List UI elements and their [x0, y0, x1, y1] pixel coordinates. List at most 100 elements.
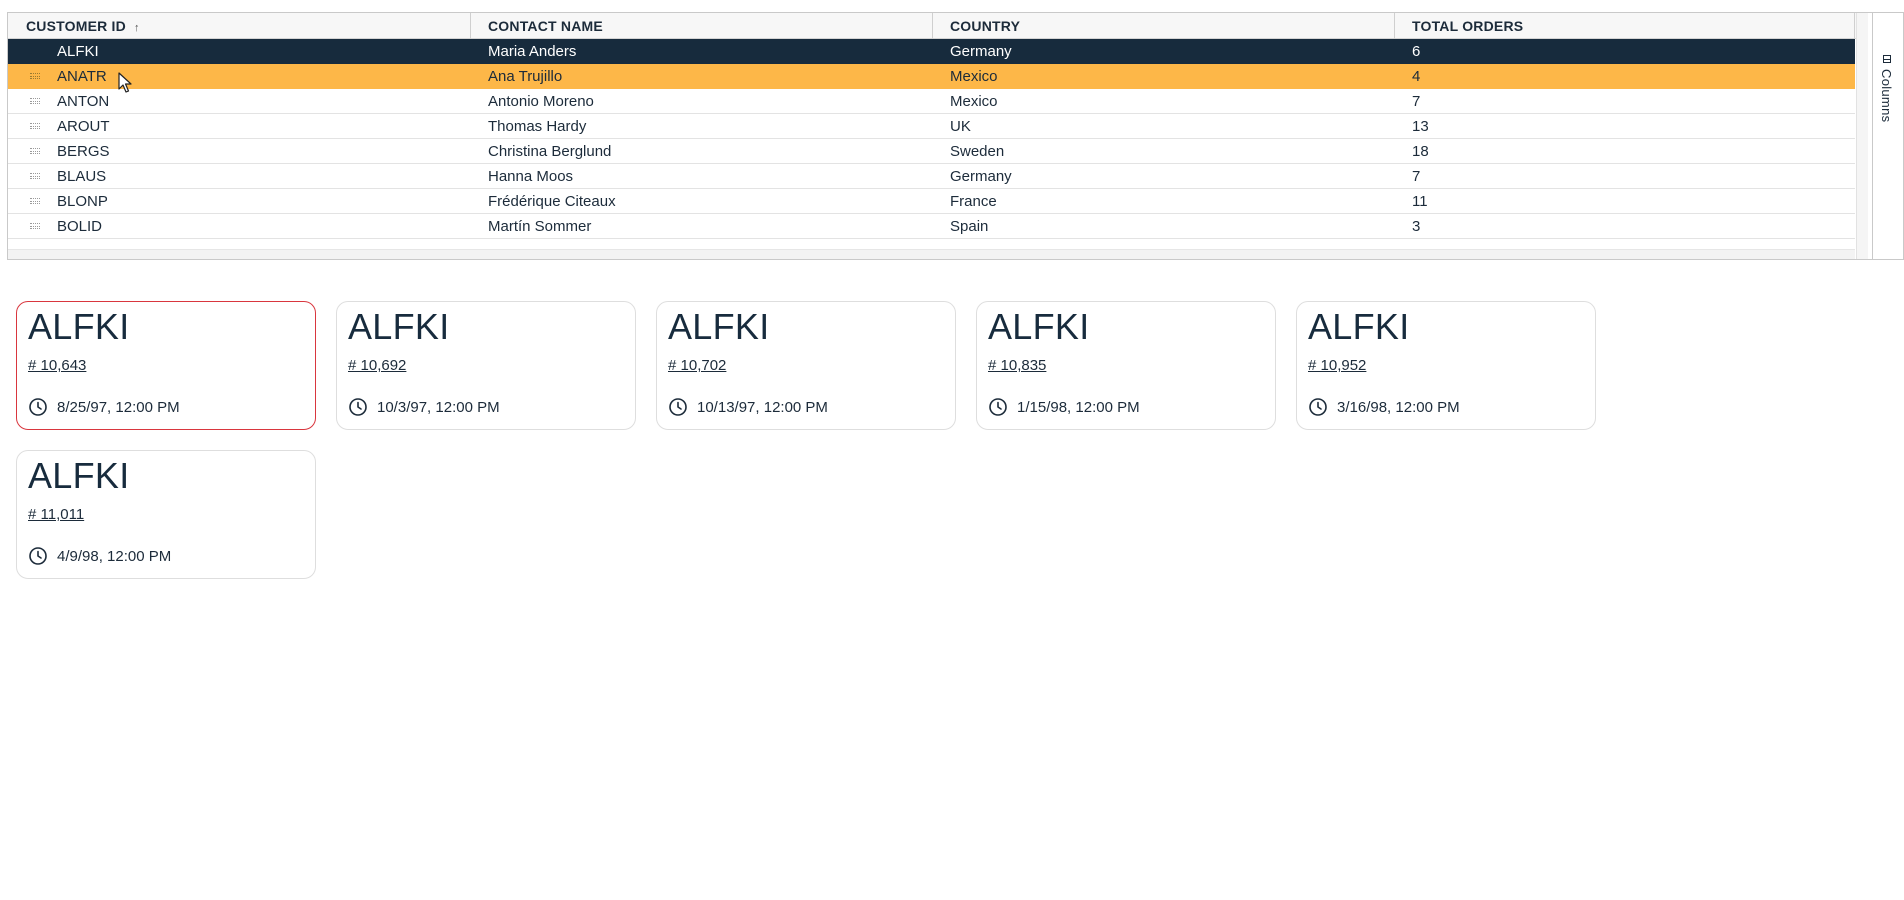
total-orders-cell: 7 [1412, 93, 1421, 110]
total-orders-cell: 6 [1412, 43, 1421, 60]
table-row[interactable]: BERGS Christina Berglund Sweden 18 [8, 139, 1855, 164]
table-row[interactable]: AROUT Thomas Hardy UK 13 [8, 114, 1855, 139]
clock-icon [989, 398, 1007, 416]
contact-name-cell: Ana Trujillo [488, 68, 563, 85]
column-resize-handle[interactable] [1854, 13, 1855, 39]
clock-icon [349, 398, 367, 416]
columns-tab-label: Columns [1879, 69, 1894, 123]
contact-name-cell: Hanna Moos [488, 168, 574, 185]
order-card[interactable]: ALFKI # 10,952 3/16/98, 12:00 PM [1296, 301, 1596, 430]
order-date: 1/15/98, 12:00 PM [988, 397, 1140, 417]
country-cell: Mexico [950, 68, 998, 85]
drag-handle-icon[interactable] [30, 123, 40, 129]
order-date-text: 8/25/97, 12:00 PM [57, 398, 180, 416]
table-row[interactable]: ANTON Antonio Moreno Mexico 7 [8, 89, 1855, 114]
columns-tool-tab[interactable]: Columns [1879, 55, 1894, 122]
order-date: 8/25/97, 12:00 PM [28, 397, 180, 417]
order-date-text: 10/3/97, 12:00 PM [377, 398, 500, 416]
order-number-link[interactable]: # 10,692 [348, 357, 406, 374]
total-orders-cell: 13 [1412, 118, 1429, 135]
card-customer-id: ALFKI [988, 306, 1090, 347]
order-number-link[interactable]: # 10,835 [988, 357, 1046, 374]
order-date: 3/16/98, 12:00 PM [1308, 397, 1460, 417]
clock-icon [29, 547, 47, 565]
contact-name-cell: Maria Anders [488, 43, 577, 60]
order-number-link[interactable]: # 10,702 [668, 357, 726, 374]
customer-grid: CUSTOMER ID ↑ CONTACT NAME COUNTRY TOTAL … [7, 12, 1904, 260]
order-date: 4/9/98, 12:00 PM [28, 546, 171, 566]
customer-id-cell: BOLID [57, 218, 103, 235]
table-row[interactable]: BOLID Martín Sommer Spain 3 [8, 214, 1855, 239]
card-customer-id: ALFKI [28, 306, 130, 347]
contact-name-cell: Thomas Hardy [488, 118, 587, 135]
contact-name-cell: Christina Berglund [488, 143, 612, 160]
order-number-link[interactable]: # 10,952 [1308, 357, 1366, 374]
order-number-link[interactable]: # 11,011 [28, 506, 84, 523]
contact-name-cell: Martín Sommer [488, 218, 592, 235]
columns-icon [1882, 55, 1891, 63]
country-cell: Mexico [950, 93, 998, 110]
order-date-text: 4/9/98, 12:00 PM [57, 547, 172, 565]
country-cell: Germany [950, 43, 1012, 60]
order-card[interactable]: ALFKI # 10,643 8/25/97, 12:00 PM [16, 301, 316, 430]
order-date-text: 1/15/98, 12:00 PM [1017, 398, 1140, 416]
contact-name-cell: Frédérique Citeaux [488, 193, 616, 210]
order-card[interactable]: ALFKI # 10,835 1/15/98, 12:00 PM [976, 301, 1276, 430]
order-date: 10/13/97, 12:00 PM [668, 397, 828, 417]
table-row[interactable]: ALFKI Maria Anders Germany 6 [8, 39, 1855, 64]
grid-header: CUSTOMER ID ↑ CONTACT NAME COUNTRY TOTAL … [8, 13, 1856, 39]
column-resize-handle[interactable] [1394, 13, 1395, 39]
total-orders-cell: 3 [1412, 218, 1421, 235]
card-customer-id: ALFKI [1308, 306, 1410, 347]
column-header-label: TOTAL ORDERS [1412, 18, 1524, 34]
customer-id-cell: ANTON [57, 93, 110, 110]
card-customer-id: ALFKI [668, 306, 770, 347]
customer-id-cell: ANATR [57, 68, 107, 85]
vertical-scrollbar[interactable] [1856, 13, 1868, 259]
total-orders-cell: 7 [1412, 168, 1421, 185]
column-header-label: CONTACT NAME [488, 18, 603, 34]
drag-handle-icon[interactable] [30, 223, 40, 229]
mouse-pointer-icon [118, 72, 132, 93]
column-header-label: CUSTOMER ID [26, 18, 126, 34]
column-header-label: COUNTRY [950, 18, 1021, 34]
customer-id-cell: BLONP [57, 193, 108, 210]
column-header-customer-id[interactable]: CUSTOMER ID ↑ [26, 13, 466, 39]
order-card[interactable]: ALFKI # 10,702 10/13/97, 12:00 PM [656, 301, 956, 430]
card-customer-id: ALFKI [28, 455, 130, 496]
column-header-contact-name[interactable]: CONTACT NAME [488, 13, 928, 39]
column-header-total-orders[interactable]: TOTAL ORDERS [1412, 13, 1852, 39]
clock-icon [1309, 398, 1327, 416]
order-number-link[interactable]: # 10,643 [28, 357, 86, 374]
customer-id-cell: BERGS [57, 143, 110, 160]
country-cell: Germany [950, 168, 1012, 185]
country-cell: Spain [950, 218, 989, 235]
clock-icon [29, 398, 47, 416]
grid-main: CUSTOMER ID ↑ CONTACT NAME COUNTRY TOTAL … [8, 13, 1856, 259]
country-cell: UK [950, 118, 971, 135]
column-header-country[interactable]: COUNTRY [950, 13, 1390, 39]
order-date-text: 10/13/97, 12:00 PM [697, 398, 828, 416]
total-orders-cell: 11 [1412, 193, 1428, 210]
table-row[interactable]: ANATR Ana Trujillo Mexico 4 [8, 64, 1855, 89]
order-card[interactable]: ALFKI # 11,011 4/9/98, 12:00 PM [16, 450, 316, 579]
drag-handle-icon[interactable] [30, 148, 40, 154]
columns-side-panel: Columns [1872, 13, 1903, 259]
customer-id-cell: ALFKI [57, 43, 99, 60]
total-orders-cell: 18 [1412, 143, 1429, 160]
drag-handle-icon[interactable] [30, 98, 40, 104]
country-cell: Sweden [950, 143, 1005, 160]
horizontal-scrollbar[interactable] [8, 249, 1855, 259]
column-resize-handle[interactable] [470, 13, 471, 39]
order-card[interactable]: ALFKI # 10,692 10/3/97, 12:00 PM [336, 301, 636, 430]
drag-handle-icon[interactable] [30, 173, 40, 179]
order-date: 10/3/97, 12:00 PM [348, 397, 500, 417]
total-orders-cell: 4 [1412, 68, 1421, 85]
table-row[interactable]: BLONP Frédérique Citeaux France 11 [8, 189, 1855, 214]
table-row[interactable]: BLAUS Hanna Moos Germany 7 [8, 164, 1855, 189]
column-resize-handle[interactable] [932, 13, 933, 39]
drag-handle-icon[interactable] [30, 198, 40, 204]
sort-ascending-icon: ↑ [133, 22, 140, 34]
drag-handle-icon[interactable] [30, 73, 40, 79]
order-date-text: 3/16/98, 12:00 PM [1337, 398, 1460, 416]
